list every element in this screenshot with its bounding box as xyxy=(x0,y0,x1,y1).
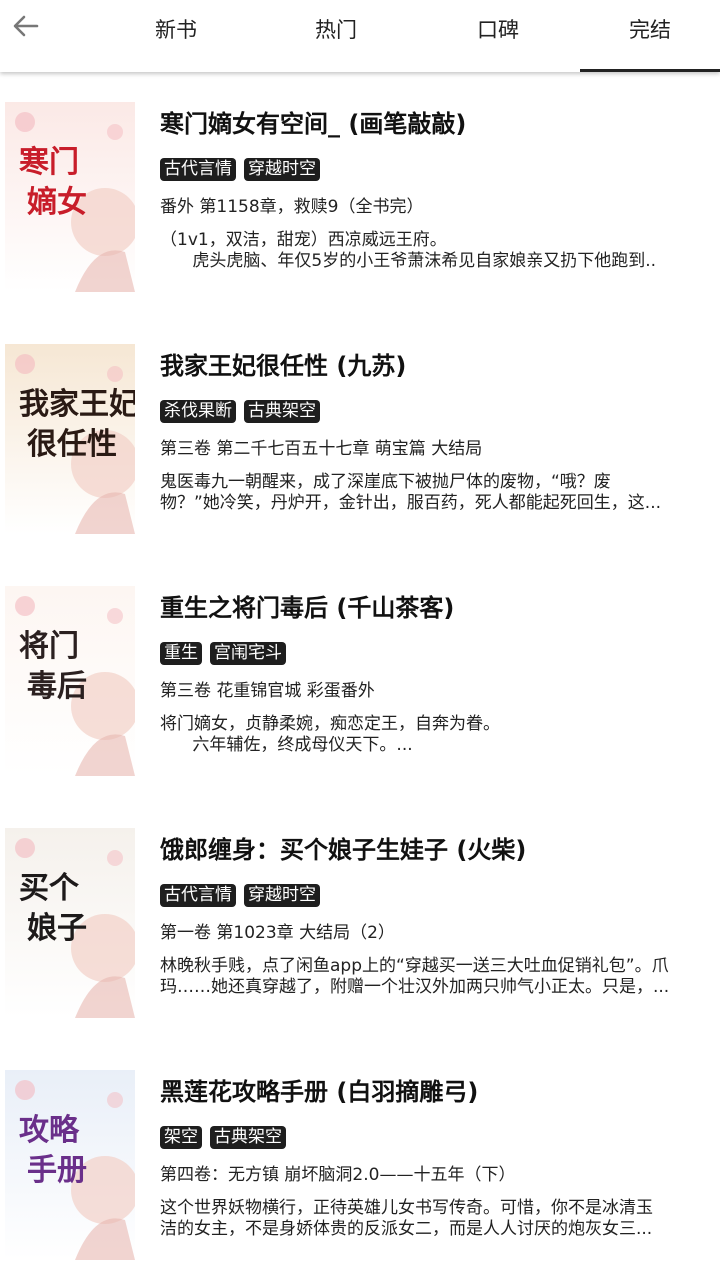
cover-title-line: 娘子 xyxy=(27,911,87,946)
latest-chapter: 第三卷 花重锦官城 彩蛋番外 xyxy=(160,681,375,701)
book-description: 这个世界妖物横行，正待英雄儿女书写传奇。可惜，你不是冰清玉 洁的女主，不是身娇体… xyxy=(160,1198,653,1239)
book-title[interactable]: 黑莲花攻略手册 (白羽摘雕弓) xyxy=(160,1072,478,1107)
cover-title-line: 毒后 xyxy=(27,669,87,704)
back-button[interactable] xyxy=(6,8,46,48)
book-description: （1v1，双洁，甜宠）西凉威远王府。 虎头虎脑、年仅5岁的小王爷萧沫希见自家娘亲… xyxy=(160,230,657,271)
book-list-item[interactable]: 攻略 手册 黑莲花攻略手册 (白羽摘雕弓) 架空 古典架空 第四卷：无方镇 崩坏脑洞2.0… xyxy=(0,1040,720,1282)
cover-title-line: 寒门 xyxy=(19,145,79,180)
book-title[interactable]: 寒门嫡女有空间_ (画笔敲敲) xyxy=(160,104,466,139)
genre-tag: 古典架空 xyxy=(244,400,320,423)
book-cover[interactable]: 买个娘子 xyxy=(5,828,135,1018)
genre-tag: 重生 xyxy=(160,642,202,665)
book-list-item[interactable]: 将门 毒后 重生之将门毒后 (千山茶客) 重生 宫闱宅斗 第三卷 花重锦官城 彩蛋番外 将门… xyxy=(0,556,720,798)
book-list-item[interactable]: 寒门 嫡女 寒门嫡女有空间_ (画笔敲敲) 古代言情 穿越时空 番外 第1158章，救赎9… xyxy=(0,72,720,314)
genre-tag: 杀伐果断 xyxy=(160,400,236,423)
book-cover[interactable]: 寒门嫡女 xyxy=(5,102,135,292)
latest-chapter: 第三卷 第二千七百五十七章 萌宝篇 大结局 xyxy=(160,439,483,459)
cover-title-line: 我家王妃 xyxy=(19,387,135,422)
book-tags: 重生 宫闱宅斗 xyxy=(160,642,286,665)
book-title[interactable]: 饿郎缠身：买个娘子生娃子 (火柴) xyxy=(160,830,526,865)
latest-chapter: 番外 第1158章，救赎9（全书完） xyxy=(160,197,424,217)
book-title[interactable]: 重生之将门毒后 (千山茶客) xyxy=(160,588,454,623)
book-description: 林晚秋手贱，点了闲鱼app上的“穿越买一送三大吐血促销礼包”。爪 玛……她还真穿… xyxy=(160,956,670,997)
cover-title-line: 很任性 xyxy=(27,427,117,462)
arrow-left-icon xyxy=(11,11,41,45)
book-tags: 杀伐果断 古典架空 xyxy=(160,400,320,423)
genre-tag: 宫闱宅斗 xyxy=(210,642,286,665)
cover-title-line: 嫡女 xyxy=(27,185,87,220)
latest-chapter: 第四卷：无方镇 崩坏脑洞2.0——十五年（下） xyxy=(160,1165,516,1185)
tab-reputation[interactable]: 口碑 xyxy=(428,0,568,72)
tab-new[interactable]: 新书 xyxy=(106,0,246,72)
book-description: 将门嫡女，贞静柔婉，痴恋定王，自奔为眷。 六年辅佐，终成母仪天下。... xyxy=(160,714,500,755)
genre-tag: 古代言情 xyxy=(160,158,236,181)
genre-tag: 架空 xyxy=(160,1126,202,1149)
cover-title-line: 买个 xyxy=(19,871,80,906)
top-tab-bar: 新书 热门 口碑 完结 xyxy=(0,0,720,72)
book-list-item[interactable]: 我家王妃 很任性 我家王妃很任性 (九苏) 杀伐果断 古典架空 第三卷 第二千七百五十七章… xyxy=(0,314,720,556)
book-list-item[interactable]: 买个 娘子 饿郎缠身：买个娘子生娃子 (火柴) 古代言情 穿越时空 第一卷 第1023章 … xyxy=(0,798,720,1040)
genre-tag: 古典架空 xyxy=(210,1126,286,1149)
book-tags: 架空 古典架空 xyxy=(160,1126,286,1149)
tab-completed[interactable]: 完结 xyxy=(580,0,720,72)
book-cover[interactable]: 将门毒后 xyxy=(5,586,135,776)
book-description: 鬼医毒九一朝醒来，成了深崖底下被抛尸体的废物，“哦？废 物？”她冷笑，丹炉开，金… xyxy=(160,472,662,513)
latest-chapter: 第一卷 第1023章 大结局（2） xyxy=(160,923,395,943)
genre-tag: 穿越时空 xyxy=(244,884,320,907)
cover-title-line: 将门 xyxy=(19,629,79,664)
tab-hot[interactable]: 热门 xyxy=(266,0,406,72)
book-cover[interactable]: 我家王妃很任性 xyxy=(5,344,135,534)
genre-tag: 穿越时空 xyxy=(244,158,320,181)
book-title[interactable]: 我家王妃很任性 (九苏) xyxy=(160,346,406,381)
book-tags: 古代言情 穿越时空 xyxy=(160,158,320,181)
genre-tag: 古代言情 xyxy=(160,884,236,907)
cover-title-line: 手册 xyxy=(27,1153,87,1188)
book-cover[interactable]: 攻略手册 xyxy=(5,1070,135,1260)
cover-title-line: 攻略 xyxy=(19,1113,80,1148)
book-tags: 古代言情 穿越时空 xyxy=(160,884,320,907)
